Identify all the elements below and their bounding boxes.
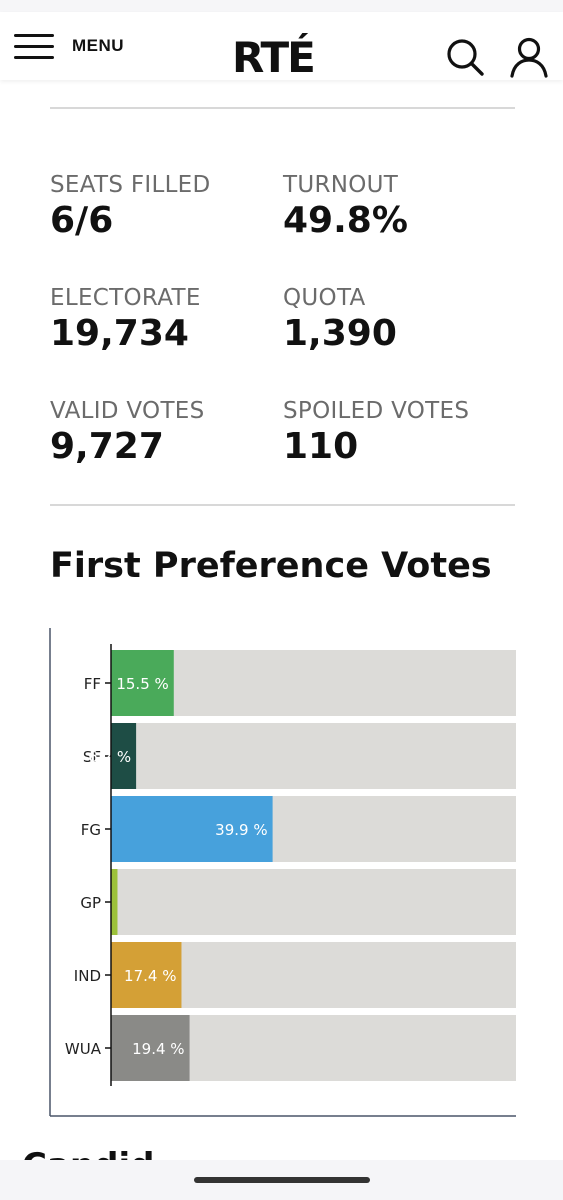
y-tick-label: IND bbox=[74, 967, 101, 985]
stat-electorate: ELECTORATE 19,734 bbox=[50, 285, 201, 354]
stat-quota: QUOTA 1,390 bbox=[283, 285, 397, 354]
bar-gp[interactable] bbox=[111, 869, 118, 935]
search-icon[interactable] bbox=[444, 36, 486, 78]
y-tick-label: GP bbox=[80, 894, 101, 912]
divider-top bbox=[50, 107, 515, 109]
rte-logo[interactable]: RTÉ bbox=[230, 32, 330, 78]
stat-seats-filled: SEATS FILLED 6/6 bbox=[50, 172, 211, 241]
stat-spoiled-votes: SPOILED VOTES 110 bbox=[283, 398, 469, 467]
stat-value: 1,390 bbox=[283, 313, 397, 354]
menu-label: MENU bbox=[72, 36, 125, 55]
bar-track-sf bbox=[111, 723, 516, 789]
stat-valid-votes: VALID VOTES 9,727 bbox=[50, 398, 205, 467]
bar-value-label: 19.4 % bbox=[132, 1040, 184, 1058]
logo-text: RTÉ bbox=[232, 32, 314, 78]
stat-turnout: TURNOUT 49.8% bbox=[283, 172, 408, 241]
top-navigation-bar: MENU RTÉ bbox=[0, 12, 563, 80]
stat-label: TURNOUT bbox=[283, 172, 399, 198]
menu-button[interactable]: MENU bbox=[14, 27, 124, 65]
y-tick-label: FG bbox=[81, 821, 101, 839]
divider-middle bbox=[50, 504, 515, 506]
status-strip bbox=[0, 0, 563, 12]
bar-value-label: 17.4 % bbox=[124, 967, 176, 985]
bar-value-label: 15.5 % bbox=[116, 675, 168, 693]
section-title: First Preference Votes bbox=[50, 546, 492, 586]
stat-label: SPOILED VOTES bbox=[283, 398, 470, 424]
bar-track-gp bbox=[111, 869, 516, 935]
stat-value: 9,727 bbox=[50, 426, 164, 467]
stat-value: 49.8% bbox=[283, 200, 408, 241]
stat-value: 110 bbox=[283, 426, 359, 467]
stat-label: QUOTA bbox=[283, 285, 366, 311]
y-tick-label: FF bbox=[84, 675, 101, 693]
stat-value: 19,734 bbox=[50, 313, 189, 354]
account-icon[interactable] bbox=[508, 36, 550, 78]
first-preference-chart: FF 15.5 %SF6.2 %FG 39.9 %GPIND 17.4 %WUA 19.… bbox=[49, 628, 516, 1117]
stat-value: 6/6 bbox=[50, 200, 114, 241]
stat-label: SEATS FILLED bbox=[50, 172, 211, 198]
y-tick-label: WUA bbox=[65, 1040, 102, 1058]
hamburger-icon bbox=[14, 30, 56, 62]
stat-label: ELECTORATE bbox=[50, 285, 201, 311]
stat-label: VALID VOTES bbox=[50, 398, 205, 424]
bar-value-label: 39.9 % bbox=[215, 821, 267, 839]
home-indicator[interactable] bbox=[194, 1177, 370, 1183]
bar-value-label: 6.2 % bbox=[88, 748, 131, 766]
